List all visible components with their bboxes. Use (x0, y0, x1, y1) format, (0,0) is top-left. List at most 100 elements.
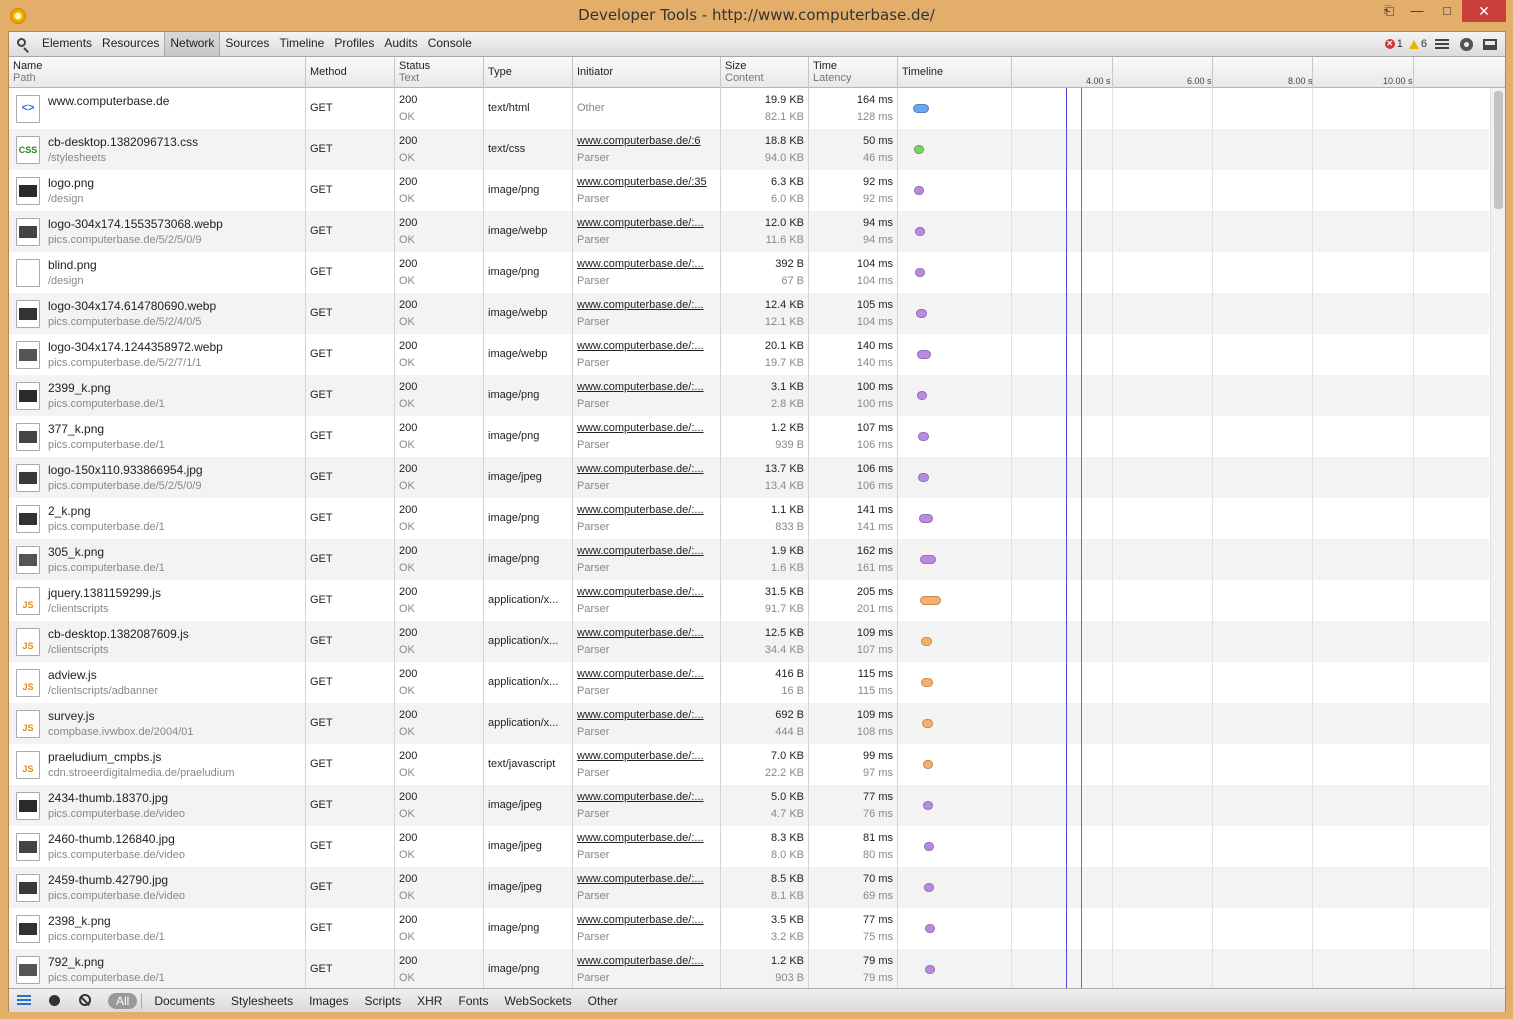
table-row[interactable]: JS jquery.1381159299.js/clientscripts GET 2… (9, 580, 1489, 621)
clear-icon[interactable] (79, 994, 93, 1008)
filter-documents[interactable]: Documents (146, 994, 223, 1008)
timing-bar[interactable] (923, 842, 934, 851)
initiator-link[interactable]: www.computerbase.de/:... (577, 545, 704, 557)
tab-audits[interactable]: Audits (379, 32, 422, 56)
dock-icon[interactable]: ⎗ (1375, 0, 1403, 22)
vertical-scrollbar[interactable] (1490, 88, 1505, 988)
initiator-link[interactable]: www.computerbase.de/:... (577, 668, 704, 680)
table-row[interactable]: 792_k.png pics.computerbase.de/1 GET 200 OK i… (9, 949, 1489, 988)
initiator-link[interactable]: www.computerbase.de/:... (577, 955, 704, 967)
timing-bar[interactable] (920, 596, 942, 605)
table-row[interactable]: 2460-thumb.126840.jpg pics.computerbase.d… (9, 826, 1489, 867)
console-drawer-icon[interactable] (1433, 36, 1451, 52)
table-row[interactable]: 377_k.png pics.computerbase.de/1 GET 200 OK i… (9, 416, 1489, 457)
header-type[interactable]: Type (484, 57, 573, 88)
initiator-link[interactable]: www.computerbase.de/:6 (577, 135, 701, 147)
tab-timeline[interactable]: Timeline (274, 32, 329, 56)
filter-other[interactable]: Other (580, 994, 626, 1008)
timing-bar[interactable] (915, 268, 926, 277)
maximize-button[interactable]: □ (1433, 0, 1461, 22)
table-row[interactable]: 305_k.png pics.computerbase.de/1 GET 200 OK i… (9, 539, 1489, 580)
initiator-link[interactable]: www.computerbase.de/:... (577, 422, 704, 434)
initiator-link[interactable]: www.computerbase.de/:... (577, 381, 704, 393)
initiator-link[interactable]: www.computerbase.de/:... (577, 217, 704, 229)
record-icon[interactable] (48, 994, 62, 1008)
warning-counter[interactable]: 6 (1408, 38, 1427, 50)
header-timeline[interactable]: Timeline 4.00 s 6.00 s 8.00 s 10.00 s (898, 57, 1505, 88)
resource-name[interactable]: cb-desktop.1382096713.css (48, 135, 198, 149)
timing-bar[interactable] (925, 965, 935, 974)
close-button[interactable]: ✕ (1462, 0, 1506, 22)
scrollbar-thumb[interactable] (1494, 91, 1503, 209)
header-initiator[interactable]: Initiator (573, 57, 721, 88)
resource-name[interactable]: 2399_k.png (48, 381, 111, 395)
table-row[interactable]: JS cb-desktop.1382087609.js/clientscripts… (9, 621, 1489, 662)
resource-name[interactable]: logo.png (48, 176, 94, 190)
resource-name[interactable]: logo-150x110.933866954.jpg (48, 463, 203, 477)
table-row[interactable]: JS survey.js compbase.ivwbox.de/2004/01 GET… (9, 703, 1489, 744)
tab-resources[interactable]: Resources (97, 32, 164, 56)
table-row[interactable]: 2459-thumb.42790.jpg pics.computerbase.de… (9, 867, 1489, 908)
table-row[interactable]: 2434-thumb.18370.jpg pics.computerbase.de… (9, 785, 1489, 826)
initiator-link[interactable]: www.computerbase.de/:... (577, 340, 704, 352)
resource-name[interactable]: logo-304x174.614780690.webp (48, 299, 216, 313)
resource-name[interactable]: 2398_k.png (48, 914, 111, 928)
filter-stylesheets[interactable]: Stylesheets (223, 994, 301, 1008)
resource-name[interactable]: 2460-thumb.126840.jpg (48, 832, 175, 846)
table-row[interactable]: <> www.computerbase.de GET 200 OK text/html Ot… (9, 88, 1489, 129)
timing-bar[interactable] (919, 514, 933, 523)
resource-name[interactable]: www.computerbase.de (48, 94, 169, 108)
timing-bar[interactable] (919, 555, 936, 564)
table-row[interactable]: blind.png/design GET 200 OK image/png www.com… (9, 252, 1489, 293)
filter-fonts[interactable]: Fonts (450, 994, 496, 1008)
tab-sources[interactable]: Sources (220, 32, 274, 56)
table-row[interactable]: 2399_k.png pics.computerbase.de/1 GET 200 OK… (9, 375, 1489, 416)
initiator-link[interactable]: www.computerbase.de/:... (577, 504, 704, 516)
timing-bar[interactable] (917, 432, 929, 441)
initiator-link[interactable]: www.computerbase.de/:... (577, 627, 704, 639)
table-row[interactable]: logo-304x174.1553573068.webp pics.compute… (9, 211, 1489, 252)
timing-bar[interactable] (914, 186, 925, 195)
timing-bar[interactable] (924, 883, 935, 892)
table-row[interactable]: JS praeludium_cmpbs.js cdn.stroeerdigitalm… (9, 744, 1489, 785)
timing-bar[interactable] (914, 227, 925, 236)
tab-console[interactable]: Console (423, 32, 477, 56)
filter-all[interactable]: All (108, 993, 138, 1009)
header-method[interactable]: Method (306, 57, 395, 88)
dock-side-icon[interactable] (1481, 36, 1499, 52)
header-name[interactable]: Name Path (9, 57, 306, 88)
resource-name[interactable]: praeludium_cmpbs.js (48, 750, 161, 764)
table-row[interactable]: logo-150x110.933866954.jpg pics.computerb… (9, 457, 1489, 498)
initiator-link[interactable]: www.computerbase.de/:... (577, 586, 704, 598)
filter-images[interactable]: Images (301, 994, 356, 1008)
resource-name[interactable]: 2434-thumb.18370.jpg (48, 791, 168, 805)
table-row[interactable]: logo-304x174.1244358972.webp pics.compute… (9, 334, 1489, 375)
tab-elements[interactable]: Elements (37, 32, 97, 56)
timing-bar[interactable] (913, 145, 924, 154)
header-status[interactable]: Status Text (395, 57, 484, 88)
initiator-link[interactable]: www.computerbase.de/:35 (577, 176, 707, 188)
timing-bar[interactable] (923, 801, 934, 810)
resource-name[interactable]: cb-desktop.1382087609.js (48, 627, 189, 641)
tab-profiles[interactable]: Profiles (329, 32, 379, 56)
gear-icon[interactable] (1457, 36, 1475, 52)
initiator-link[interactable]: www.computerbase.de/:... (577, 914, 704, 926)
header-time[interactable]: Time Latency (809, 57, 898, 88)
initiator-link[interactable]: www.computerbase.de/:... (577, 873, 704, 885)
initiator-link[interactable]: www.computerbase.de/:... (577, 750, 704, 762)
table-row[interactable]: logo.png/design GET 200 OK image/png www.comp… (9, 170, 1489, 211)
timing-bar[interactable] (916, 309, 927, 318)
table-row[interactable]: JS adview.js/clientscripts/adbanner GET 200… (9, 662, 1489, 703)
large-rows-icon[interactable] (17, 994, 31, 1008)
header-size[interactable]: Size Content (721, 57, 809, 88)
timing-bar[interactable] (918, 473, 930, 482)
timing-bar[interactable] (922, 719, 933, 728)
initiator-link[interactable]: www.computerbase.de/:... (577, 463, 704, 475)
resource-name[interactable]: jquery.1381159299.js (48, 586, 161, 600)
initiator-link[interactable]: www.computerbase.de/:... (577, 791, 704, 803)
timing-bar[interactable] (920, 637, 932, 646)
timing-bar[interactable] (925, 924, 935, 933)
timing-bar[interactable] (916, 350, 931, 359)
resource-name[interactable]: logo-304x174.1244358972.webp (48, 340, 223, 354)
resource-name[interactable]: 377_k.png (48, 422, 104, 436)
